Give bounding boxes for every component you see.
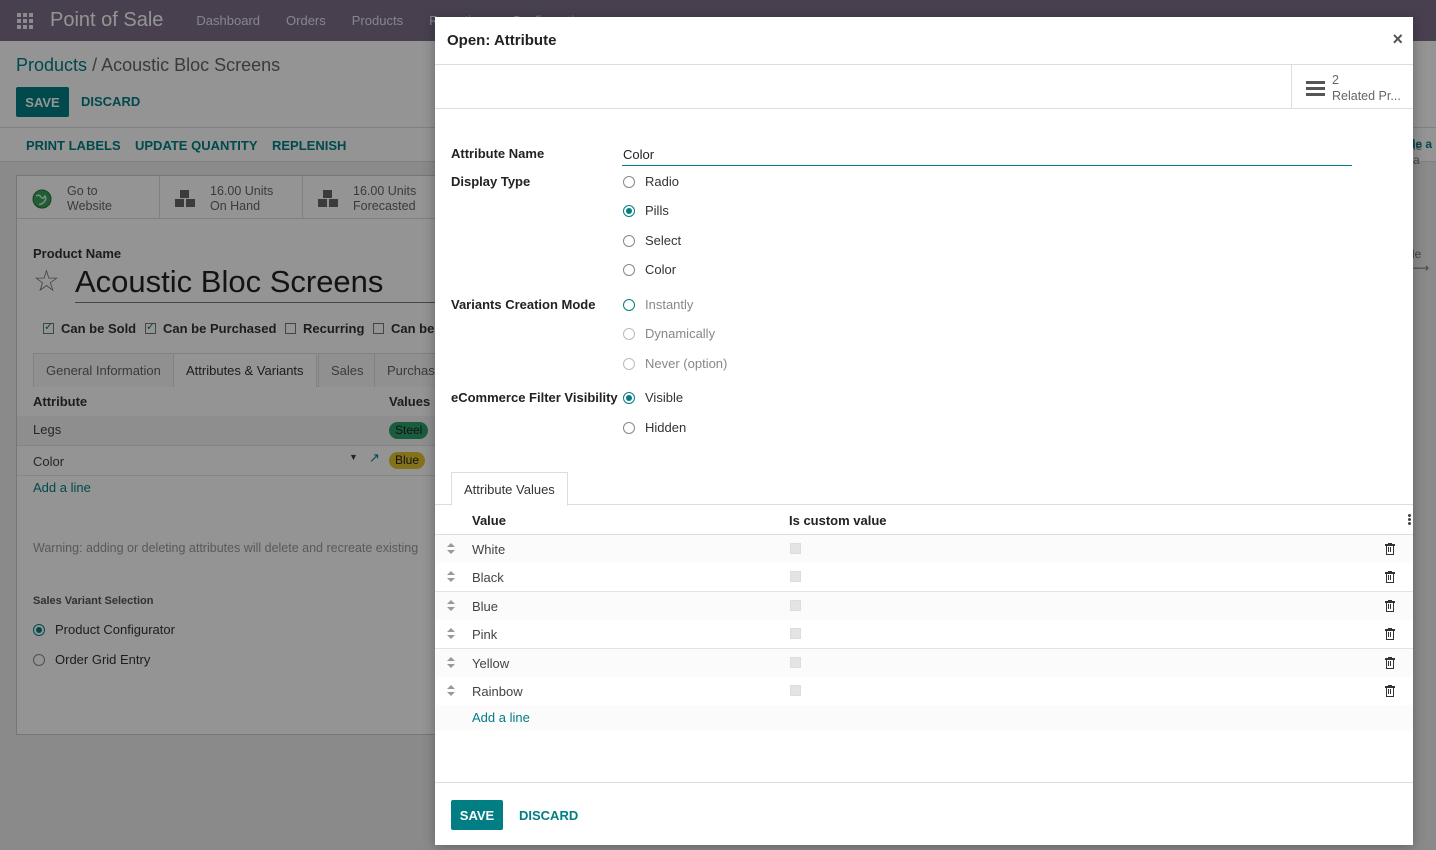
table-row[interactable]: Rainbow: [435, 677, 1413, 706]
values-table-header: Value Is custom value: [435, 506, 1413, 535]
drag-handle-icon[interactable]: [447, 685, 455, 697]
radio-icon: [623, 357, 635, 370]
radio-label: Visible: [645, 390, 684, 405]
radio-icon: [623, 204, 635, 217]
table-row[interactable]: Black: [435, 563, 1413, 592]
trash-icon[interactable]: [1385, 543, 1395, 555]
drag-handle-icon[interactable]: [447, 600, 455, 612]
custom-value-checkbox[interactable]: [790, 600, 801, 611]
close-icon[interactable]: ×: [1392, 29, 1403, 50]
related-label: Related Pr...: [1332, 89, 1401, 103]
optional-columns-kebab-icon[interactable]: [1408, 514, 1411, 526]
table-row[interactable]: White: [435, 535, 1413, 564]
table-row[interactable]: Pink: [435, 620, 1413, 649]
radio-display-pills[interactable]: Pills: [623, 203, 669, 218]
drag-handle-icon[interactable]: [447, 543, 455, 555]
radio-label: Instantly: [645, 297, 694, 312]
radio-mode-dynamically[interactable]: Dynamically: [623, 326, 715, 341]
trash-icon[interactable]: [1385, 628, 1395, 640]
list-icon: [1306, 81, 1325, 99]
radio-label: Dynamically: [645, 326, 716, 341]
trash-icon[interactable]: [1385, 600, 1395, 612]
drag-handle-icon[interactable]: [447, 657, 455, 669]
ecommerce-visibility-label: eCommerce Filter Visibility: [451, 390, 618, 405]
dialog-title: Open: Attribute: [447, 32, 557, 49]
radio-label: Radio: [645, 174, 679, 189]
radio-visibility-hidden[interactable]: Hidden: [623, 420, 686, 435]
radio-display-select[interactable]: Select: [623, 233, 681, 248]
radio-mode-instantly[interactable]: Instantly: [623, 297, 693, 312]
dialog-button-box: 2 Related Pr...: [435, 65, 1413, 109]
value-cell[interactable]: Pink: [472, 627, 497, 642]
drag-handle-icon[interactable]: [447, 571, 455, 583]
dialog-tabs: Attribute Values: [435, 471, 1413, 506]
add-line-link[interactable]: Add a line: [472, 710, 530, 725]
value-cell[interactable]: White: [472, 542, 505, 557]
tab-attribute-values[interactable]: Attribute Values: [451, 472, 568, 506]
custom-value-checkbox[interactable]: [790, 571, 801, 582]
custom-value-checkbox[interactable]: [790, 685, 801, 696]
table-row[interactable]: Blue: [435, 592, 1413, 621]
value-cell[interactable]: Black: [472, 570, 504, 585]
custom-column-header[interactable]: Is custom value: [789, 513, 887, 528]
attribute-dialog: Open: Attribute × 2 Related Pr... Attrib…: [435, 17, 1413, 845]
drag-handle-icon[interactable]: [447, 628, 455, 640]
radio-icon: [623, 175, 635, 188]
display-type-label: Display Type: [451, 174, 531, 189]
save-button[interactable]: SAVE: [451, 800, 503, 830]
custom-value-checkbox[interactable]: [790, 543, 801, 554]
radio-label: Select: [645, 233, 682, 248]
value-cell[interactable]: Blue: [472, 599, 498, 614]
related-count: 2: [1332, 73, 1339, 87]
variants-mode-label: Variants Creation Mode: [451, 297, 596, 312]
discard-button[interactable]: DISCARD: [519, 808, 578, 823]
radio-icon: [623, 391, 635, 404]
radio-label: Hidden: [645, 420, 687, 435]
dialog-footer: SAVE DISCARD: [435, 782, 1413, 845]
value-cell[interactable]: Yellow: [472, 656, 509, 671]
radio-label: Pills: [645, 203, 669, 218]
value-cell[interactable]: Rainbow: [472, 684, 523, 699]
table-row[interactable]: Yellow: [435, 649, 1413, 678]
custom-value-checkbox[interactable]: [790, 628, 801, 639]
attribute-name-input[interactable]: [622, 144, 1352, 166]
radio-label: Never (option): [645, 356, 728, 371]
custom-value-checkbox[interactable]: [790, 657, 801, 668]
dialog-header: Open: Attribute ×: [435, 17, 1413, 65]
trash-icon[interactable]: [1385, 657, 1395, 669]
radio-display-radio[interactable]: Radio: [623, 174, 679, 189]
radio-mode-never[interactable]: Never (option): [623, 356, 727, 371]
attribute-name-label: Attribute Name: [451, 146, 545, 161]
radio-icon: [623, 263, 635, 276]
radio-icon: [623, 298, 635, 311]
value-column-header[interactable]: Value: [472, 513, 506, 528]
related-products-button[interactable]: 2 Related Pr...: [1291, 65, 1413, 109]
radio-label: Color: [645, 262, 677, 277]
trash-icon[interactable]: [1385, 685, 1395, 697]
radio-icon: [623, 234, 635, 247]
trash-icon[interactable]: [1385, 571, 1395, 583]
radio-visibility-visible[interactable]: Visible: [623, 390, 683, 405]
radio-icon: [623, 327, 635, 340]
radio-display-color[interactable]: Color: [623, 262, 676, 277]
add-line-row: Add a line: [435, 705, 1413, 731]
radio-icon: [623, 421, 635, 434]
